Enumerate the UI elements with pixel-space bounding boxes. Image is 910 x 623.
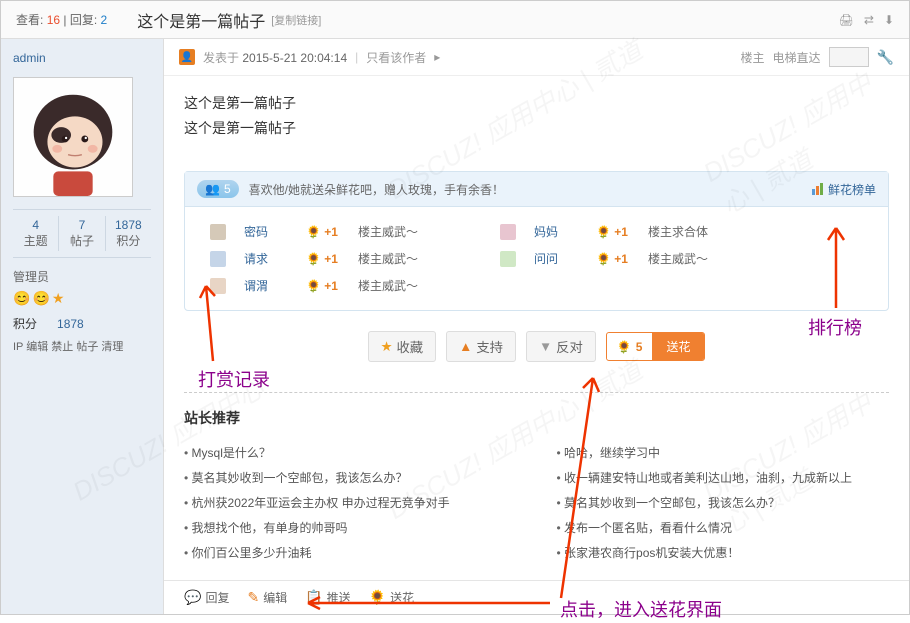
avatar[interactable] [13,77,133,197]
user-stats: 4主题 7帖子 1878积分 [13,209,151,258]
recommend-col-2: 哈哈，继续学习中 收一辆建安特山地或者美利达山地，油刹，九成新以上 莫名其妙收到… [557,440,890,565]
dropdown-icon[interactable]: ▸ [434,50,440,64]
share-icon[interactable]: ⇄ [864,13,874,27]
edit-button[interactable]: ✎编辑 [247,589,287,606]
push-button[interactable]: 📋推送 [305,589,350,606]
post-icon: 👤 [179,49,195,65]
list-item[interactable]: 发布一个匿名贴，看看什么情况 [557,515,890,540]
list-item[interactable]: 我想找个他，有单身的帅哥吗 [184,515,517,540]
points: 积分1878 [13,315,151,332]
oppose-button[interactable]: ▼反对 [526,331,596,362]
table-row: 请求 🌻 +1 楼主威武～ 问问 🌻 +1 楼主威武～ [202,246,871,271]
support-button[interactable]: ▲支持 [446,331,516,362]
user-role: 管理员 [13,268,151,285]
username-link[interactable]: admin [13,51,151,65]
wrench-icon[interactable]: 🔧 [877,49,894,66]
elevator-label: 电梯直达 [773,49,821,66]
favorite-button[interactable]: ★收藏 [368,331,437,362]
list-item[interactable]: 杭州获2022年亚运会主办权 申办过程无竞争对手 [184,490,517,515]
recommend-title: 站长推荐 [184,408,889,428]
author-only-link[interactable]: 只看该作者 [366,49,426,66]
flower-box: 👥5 喜欢他/她就送朵鲜花吧，赠人玫瑰，手有余香！ 鲜花榜单 密码 [184,171,889,311]
table-row: 密码 🌻 +1 楼主威武～ 妈妈 🌻 +1 楼主求合体 [202,219,871,244]
ip-edit-links[interactable]: IP 编辑 禁止 帖子 清理 [13,338,151,354]
send-flower-button[interactable]: 🌻5 送花 [606,332,706,361]
flower-badge: 👥5 [197,180,239,198]
post-stats: 查看: 16 | 回复: 2 [16,11,107,28]
post-time: 发表于 2015-5-21 20:04:14 [203,49,347,66]
copy-link[interactable]: [复制链接] [271,12,321,28]
list-item[interactable]: 莫名其妙收到一个空邮包，我该怎么办？ [557,490,890,515]
print-icon[interactable]: 🖨 [839,13,854,27]
reply-button[interactable]: 💬回复 [184,589,229,606]
list-item[interactable]: 你们百公里多少升油耗 [184,540,517,565]
post-title: 这个是第一篇帖子 [137,8,265,32]
elevator-input[interactable] [829,47,869,67]
flower-table: 密码 🌻 +1 楼主威武～ 妈妈 🌻 +1 楼主求合体 请求 [200,217,873,300]
list-item[interactable]: 张家港农商行pos机安装大优惠！ [557,540,890,565]
post-content: 这个是第一篇帖子 这个是第一篇帖子 [184,91,889,141]
flower-header-text: 喜欢他/她就送朵鲜花吧，赠人玫瑰，手有余香！ [249,181,812,198]
flower-button[interactable]: 🌻送花 [369,589,414,606]
flower-rank-link[interactable]: 鲜花榜单 [812,181,876,198]
list-item[interactable]: Mysql是什么？ [184,440,517,465]
floor-label: 楼主 [741,49,765,66]
down-icon[interactable]: ⬇ [884,13,894,27]
list-item[interactable]: 莫名其妙收到一个空邮包，我该怎么办？ [184,465,517,490]
list-item[interactable]: 哈哈，继续学习中 [557,440,890,465]
table-row: 谓渭 🌻 +1 楼主威武～ [202,273,871,298]
list-item[interactable]: 收一辆建安特山地或者美利达山地，油刹，九成新以上 [557,465,890,490]
recommend-col-1: Mysql是什么？ 莫名其妙收到一个空邮包，我该怎么办？ 杭州获2022年亚运会… [184,440,517,565]
medals: 😊😊★ [13,290,151,307]
